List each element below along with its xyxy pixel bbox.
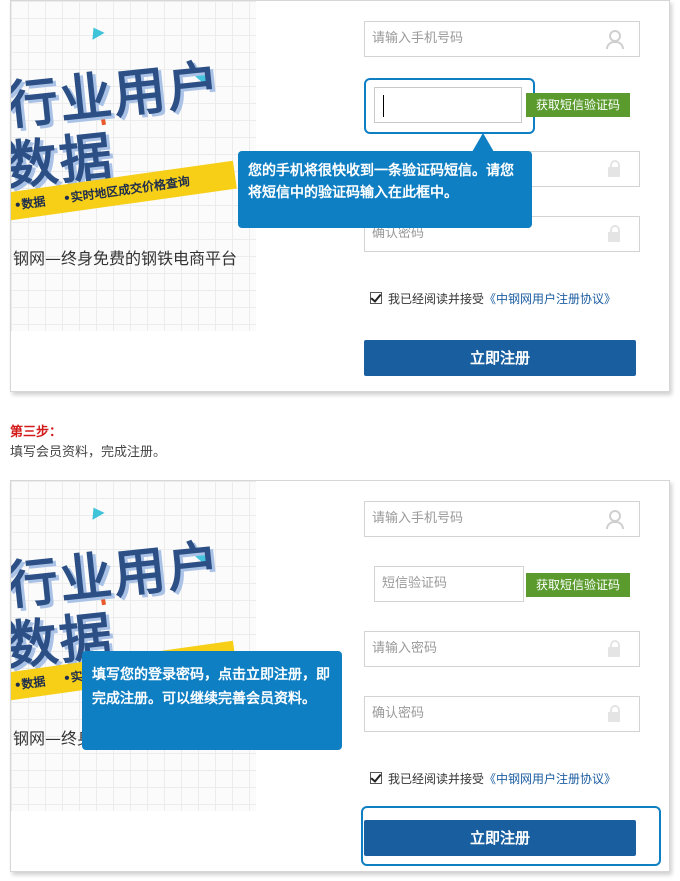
phone-placeholder: 请输入手机号码 [372,511,464,526]
agree-checkbox[interactable] [370,772,382,784]
sms-code-input[interactable]: 短信验证码 [374,566,524,602]
password-placeholder: 请输入密码 [372,641,438,656]
confirm-placeholder: 确认密码 [372,226,425,241]
agreement-row: 我已经阅读并接受《中钢网用户注册协议》 [370,770,616,787]
sms-tooltip: 您的手机将很快收到一条验证码短信。请您将短信中的验证码输入在此框中。 [238,151,532,228]
confirm-placeholder: 确认密码 [372,706,425,721]
agreement-row: 我已经阅读并接受《中钢网用户注册协议》 [370,290,616,307]
register-tooltip: 填写您的登录密码，点击立即注册，即完成注册。可以继续完善会员资料。 [82,651,342,750]
lock-icon [605,224,625,244]
banner-tagline: 钢网—终身免费的钢铁电商平台 [13,249,238,268]
triangle-decoration [87,504,105,520]
promo-banner: 行业用户 数据 •数据 •实时地区成交价格查询 钢网—终身免费的钢铁电商平台 [11,1,256,331]
agree-text: 我已经阅读并接受 [388,772,485,786]
get-sms-code-button[interactable]: 获取短信验证码 [526,573,630,597]
password-input[interactable]: 请输入密码 [364,631,640,667]
stripe-item: •实 [62,669,84,686]
register-button[interactable]: 立即注册 [364,820,636,856]
phone-input[interactable]: 请输入手机号码 [364,501,640,537]
lock-icon [605,704,625,724]
get-sms-code-button[interactable]: 获取短信验证码 [526,93,630,117]
agree-text: 我已经阅读并接受 [388,292,485,306]
stripe-item: •数据 [13,674,47,693]
text-caret [383,95,384,117]
agree-checkbox[interactable] [370,292,382,304]
phone-placeholder: 请输入手机号码 [372,31,464,46]
user-icon [605,509,625,529]
sms-code-input[interactable] [374,87,522,123]
promo-banner: 行业用户 数据 •数据 •实 钢网—终身 [11,481,256,811]
phone-input[interactable]: 请输入手机号码 [364,21,640,57]
lock-icon [605,639,625,659]
triangle-decoration [87,24,105,40]
banner-tagline: 钢网—终身 [13,729,94,748]
tooltip-arrow [472,133,494,152]
agreement-link[interactable]: 《中钢网用户注册协议》 [484,772,616,786]
lock-icon [605,159,625,179]
register-button[interactable]: 立即注册 [364,340,636,376]
step-description: 填写会员资料，完成注册。 [10,445,167,460]
agreement-link[interactable]: 《中钢网用户注册协议》 [484,292,616,306]
stripe-item: •数据 [13,194,47,213]
sms-placeholder: 短信验证码 [382,576,448,591]
confirm-password-input[interactable]: 确认密码 [364,696,640,732]
user-icon [605,29,625,49]
step-title: 第三步： [10,425,63,440]
